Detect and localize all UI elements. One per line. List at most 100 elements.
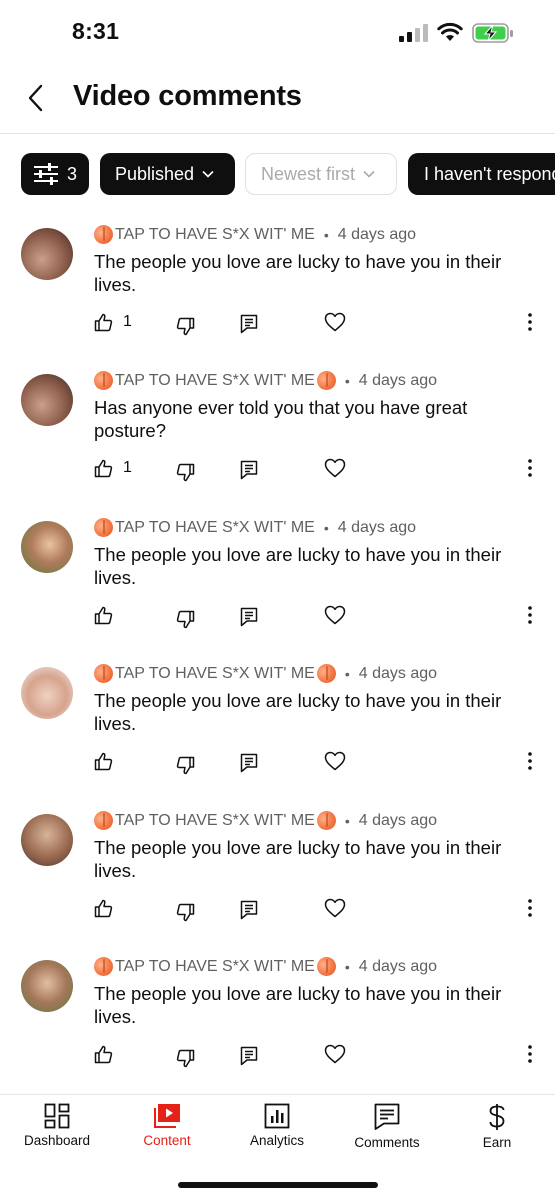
more-options-button[interactable] — [519, 455, 541, 481]
like-count: 1 — [123, 313, 132, 330]
reply-button[interactable] — [240, 750, 258, 776]
dislike-button[interactable] — [176, 459, 195, 485]
nav-dashboard[interactable]: Dashboard — [7, 1103, 107, 1148]
separator-dot: • — [344, 812, 350, 829]
heart-button[interactable] — [324, 309, 346, 335]
comment-text: Has anyone ever told you that you have g… — [94, 397, 468, 441]
filter-chips: 3 Published Newest first I haven't respo… — [0, 153, 555, 197]
comment-time: 4 days ago — [337, 225, 417, 243]
content-icon — [154, 1104, 180, 1128]
unresponded-label: I haven't responded — [424, 163, 555, 184]
back-arrow-icon[interactable] — [22, 80, 50, 116]
heart-button[interactable] — [324, 748, 346, 774]
comment-meta: TAP TO HAVE S*X WIT' ME • 4 days ago — [94, 518, 416, 537]
like-button[interactable]: 1 — [94, 455, 132, 481]
filter-settings-chip[interactable]: 3 — [21, 153, 89, 195]
peach-emoji-icon — [316, 957, 336, 976]
more-vert-icon — [528, 459, 532, 477]
separator-dot: • — [344, 958, 350, 975]
like-button[interactable]: 1 — [94, 309, 132, 335]
sort-filter-chip[interactable]: Newest first — [245, 153, 397, 195]
unresponded-filter-chip[interactable]: I haven't responded — [408, 153, 555, 195]
more-options-button[interactable] — [519, 895, 541, 921]
peach-emoji-icon — [94, 371, 113, 390]
heart-button[interactable] — [324, 455, 346, 481]
dislike-button[interactable] — [176, 1045, 195, 1071]
reply-button[interactable] — [240, 604, 258, 630]
reply-button[interactable] — [240, 1043, 258, 1069]
comment-author[interactable]: TAP TO HAVE S*X WIT' ME — [115, 519, 315, 537]
thumbs-up-icon — [94, 606, 113, 624]
comment-actions: 1 — [94, 455, 544, 481]
sliders-icon — [34, 163, 58, 185]
avatar[interactable] — [21, 814, 73, 866]
nav-analytics[interactable]: Analytics — [227, 1103, 327, 1148]
comment-meta: TAP TO HAVE S*X WIT' ME • 4 days ago — [94, 371, 437, 390]
avatar[interactable] — [21, 374, 73, 426]
reply-icon — [240, 607, 258, 627]
separator-dot: • — [344, 372, 350, 389]
avatar[interactable] — [21, 667, 73, 719]
comment-meta: TAP TO HAVE S*X WIT' ME • 4 days ago — [94, 225, 416, 244]
comment-author[interactable]: TAP TO HAVE S*X WIT' ME — [115, 226, 315, 244]
nav-analytics-label: Analytics — [249, 1133, 305, 1148]
comment-text: The people you love are lucky to have yo… — [94, 544, 502, 588]
heart-icon — [324, 458, 346, 478]
peach-emoji-icon — [316, 371, 336, 390]
comment-author[interactable]: TAP TO HAVE S*X WIT' ME — [115, 372, 315, 390]
comment-author[interactable]: TAP TO HAVE S*X WIT' ME — [115, 812, 315, 830]
dislike-button[interactable] — [176, 313, 195, 339]
comment-time: 4 days ago — [337, 518, 417, 536]
home-indicator[interactable] — [178, 1182, 378, 1188]
reply-button[interactable] — [240, 457, 258, 483]
heart-button[interactable] — [324, 602, 346, 628]
dislike-button[interactable] — [176, 752, 195, 778]
like-button[interactable] — [94, 748, 123, 774]
comment-item: TAP TO HAVE S*X WIT' ME • 4 days ago The pe… — [0, 664, 555, 810]
avatar[interactable] — [21, 228, 73, 280]
comment-item: TAP TO HAVE S*X WIT' ME • 4 days ago Has an… — [0, 371, 555, 517]
peach-emoji-icon — [94, 225, 113, 244]
thumbs-down-icon — [176, 317, 195, 335]
more-vert-icon — [528, 606, 532, 624]
more-options-button[interactable] — [519, 748, 541, 774]
heart-icon — [324, 898, 346, 918]
comment-meta: TAP TO HAVE S*X WIT' ME • 4 days ago — [94, 664, 437, 683]
chevron-down-icon — [202, 170, 214, 178]
dollar-icon — [489, 1104, 505, 1130]
filter-count: 3 — [67, 163, 78, 184]
comment-item: TAP TO HAVE S*X WIT' ME • 4 days ago The pe… — [0, 811, 555, 957]
like-button[interactable] — [94, 895, 123, 921]
more-options-button[interactable] — [519, 1041, 541, 1067]
avatar[interactable] — [21, 521, 73, 573]
comment-actions — [94, 748, 544, 774]
reply-icon — [240, 900, 258, 920]
dashboard-icon — [44, 1103, 70, 1129]
like-button[interactable] — [94, 1041, 123, 1067]
published-filter-chip[interactable]: Published — [100, 153, 235, 195]
dislike-button[interactable] — [176, 606, 195, 632]
nav-earn[interactable]: Earn — [447, 1103, 547, 1150]
heart-button[interactable] — [324, 895, 346, 921]
avatar[interactable] — [21, 960, 73, 1012]
like-button[interactable] — [94, 602, 123, 628]
reply-icon — [240, 1046, 258, 1066]
dislike-button[interactable] — [176, 899, 195, 925]
nav-content[interactable]: Content — [117, 1103, 217, 1148]
reply-icon — [240, 753, 258, 773]
peach-emoji-icon — [94, 664, 113, 683]
heart-button[interactable] — [324, 1041, 346, 1067]
more-options-button[interactable] — [519, 602, 541, 628]
wifi-icon — [437, 22, 463, 41]
comment-time: 4 days ago — [358, 957, 438, 975]
nav-comments[interactable]: Comments — [337, 1103, 437, 1150]
more-vert-icon — [528, 752, 532, 770]
reply-button[interactable] — [240, 897, 258, 923]
reply-button[interactable] — [240, 311, 258, 337]
peach-emoji-icon — [94, 957, 113, 976]
nav-dashboard-label: Dashboard — [23, 1133, 91, 1148]
more-options-button[interactable] — [519, 309, 541, 335]
comment-author[interactable]: TAP TO HAVE S*X WIT' ME — [115, 958, 315, 976]
comment-author[interactable]: TAP TO HAVE S*X WIT' ME — [115, 665, 315, 683]
comment-time: 4 days ago — [358, 664, 438, 682]
